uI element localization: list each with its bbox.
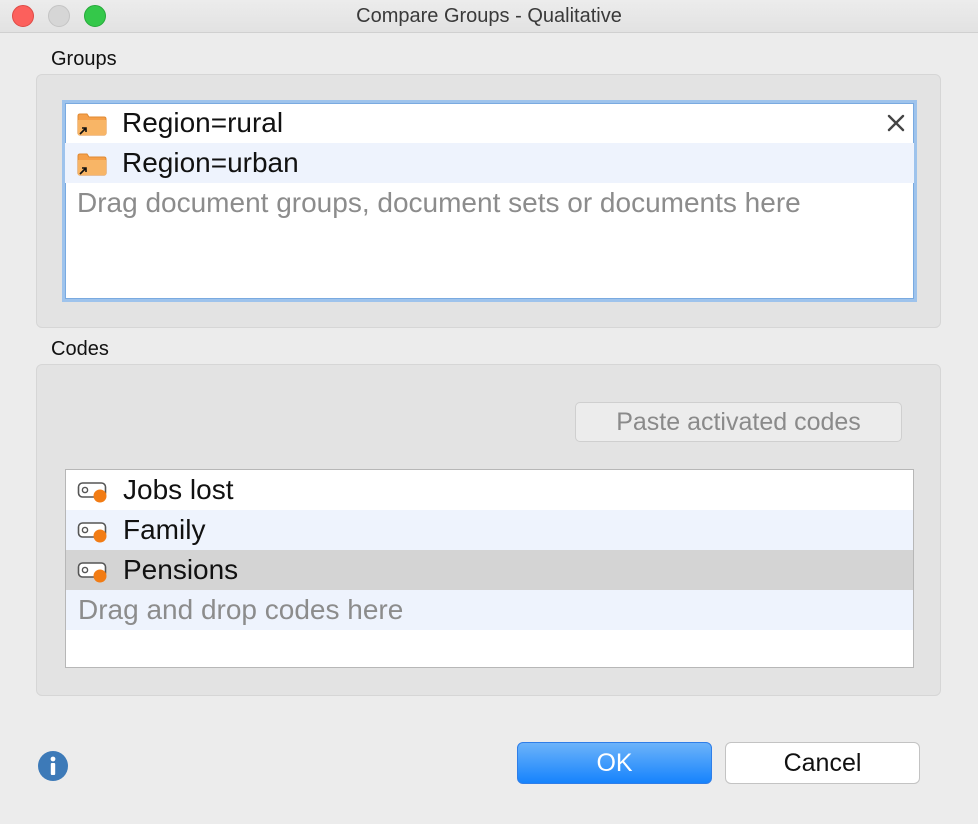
folder-link-icon — [77, 153, 107, 176]
groups-panel: Region=rural Region=urban Drag document … — [36, 74, 941, 328]
codes-placeholder-text: Drag and drop codes here — [78, 594, 404, 625]
groups-placeholder-text: Drag document groups, document sets or d… — [77, 187, 801, 218]
code-icon — [77, 562, 107, 583]
cancel-button[interactable]: Cancel — [725, 742, 920, 784]
ok-button[interactable]: OK — [517, 742, 712, 784]
info-icon[interactable] — [37, 750, 69, 782]
group-label: Region=rural — [122, 107, 284, 138]
code-label: Pensions — [123, 554, 239, 585]
code-icon — [77, 522, 107, 543]
codes-section-label: Codes — [51, 338, 109, 360]
title-bar: Compare Groups - Qualitative — [0, 0, 978, 33]
dialog-window: Compare Groups - Qualitative Groups Regi… — [0, 0, 978, 824]
group-label: Region=urban — [122, 147, 299, 178]
codes-panel: Paste activated codes Jobs lost Family P… — [36, 364, 941, 696]
code-label: Family — [123, 514, 206, 545]
close-icon[interactable] — [886, 113, 906, 133]
groups-drop-placeholder: Drag document groups, document sets or d… — [65, 183, 914, 223]
code-row-family[interactable]: Family — [66, 510, 913, 550]
codes-list[interactable]: Jobs lost Family Pensions Drag and drop … — [65, 469, 914, 668]
code-icon — [77, 482, 107, 503]
paste-activated-codes-button[interactable]: Paste activated codes — [575, 402, 902, 442]
groups-list[interactable]: Region=rural Region=urban Drag document … — [62, 100, 917, 302]
code-label: Jobs lost — [123, 474, 234, 505]
codes-drop-placeholder: Drag and drop codes here — [66, 590, 913, 630]
groups-section-label: Groups — [51, 48, 117, 70]
folder-link-icon — [77, 113, 107, 136]
window-title: Compare Groups - Qualitative — [356, 5, 622, 27]
code-row-pensions[interactable]: Pensions — [66, 550, 913, 590]
group-row-urban[interactable]: Region=urban — [65, 143, 914, 183]
group-row-rural[interactable]: Region=rural — [65, 103, 914, 143]
code-row-jobs-lost[interactable]: Jobs lost — [66, 470, 913, 510]
